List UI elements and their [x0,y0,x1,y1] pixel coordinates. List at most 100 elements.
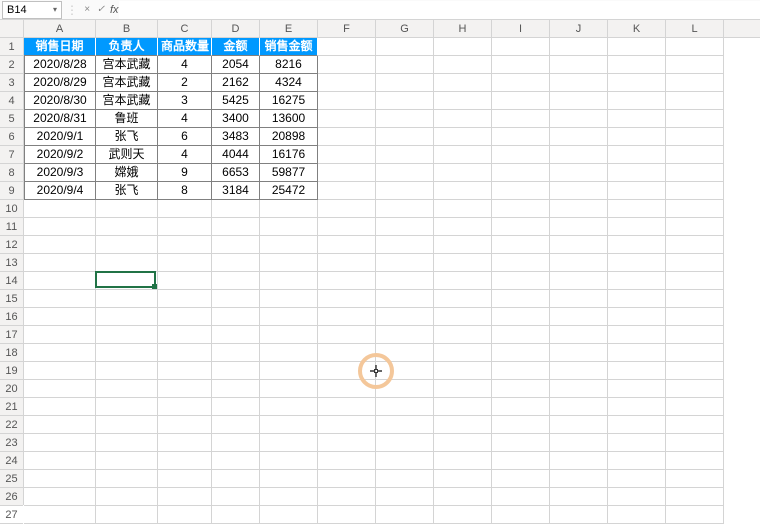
cell[interactable] [666,398,724,416]
cell[interactable] [24,434,96,452]
cell[interactable]: 8216 [260,56,318,74]
cell[interactable] [158,308,212,326]
cell[interactable] [212,416,260,434]
cell[interactable] [666,110,724,128]
cell[interactable] [434,38,492,56]
col-header-I[interactable]: I [492,20,550,37]
name-box-dropdown-icon[interactable]: ▾ [53,5,57,14]
col-header-L[interactable]: L [666,20,724,37]
col-header-E[interactable]: E [260,20,318,37]
cell[interactable] [24,380,96,398]
cell[interactable] [96,254,158,272]
cell[interactable] [96,416,158,434]
cell[interactable] [24,236,96,254]
row-header-14[interactable]: 14 [0,272,23,290]
cell[interactable] [550,164,608,182]
row-header-16[interactable]: 16 [0,308,23,326]
cell[interactable] [24,290,96,308]
col-header-K[interactable]: K [608,20,666,37]
cell[interactable] [318,506,376,524]
cell[interactable] [608,200,666,218]
cell[interactable] [318,272,376,290]
cell[interactable] [434,182,492,200]
row-header-3[interactable]: 3 [0,74,23,92]
cell[interactable] [96,380,158,398]
row-header-2[interactable]: 2 [0,56,23,74]
cell[interactable] [550,344,608,362]
cell[interactable] [492,218,550,236]
cell[interactable] [492,308,550,326]
cell[interactable] [608,164,666,182]
cell[interactable]: 2 [158,74,212,92]
cell[interactable]: 25472 [260,182,318,200]
cell[interactable] [260,326,318,344]
cell[interactable] [608,92,666,110]
row-header-27[interactable]: 27 [0,506,23,524]
cell[interactable] [550,92,608,110]
cell[interactable] [376,290,434,308]
cell[interactable] [376,308,434,326]
cell[interactable] [24,416,96,434]
cell[interactable] [24,470,96,488]
cell[interactable] [550,470,608,488]
cell[interactable] [376,272,434,290]
cell[interactable] [550,326,608,344]
col-header-H[interactable]: H [434,20,492,37]
col-header-J[interactable]: J [550,20,608,37]
cell[interactable] [260,308,318,326]
cell[interactable] [212,344,260,362]
cell[interactable] [608,488,666,506]
cell[interactable] [608,308,666,326]
cell[interactable] [666,488,724,506]
select-all-corner[interactable] [0,20,24,37]
cell[interactable] [492,128,550,146]
cell[interactable] [376,506,434,524]
cell[interactable] [550,110,608,128]
cell[interactable] [666,74,724,92]
cell[interactable] [434,92,492,110]
cell[interactable] [608,344,666,362]
cell[interactable] [318,290,376,308]
cell[interactable] [608,326,666,344]
cell[interactable] [434,452,492,470]
cell[interactable]: 4 [158,146,212,164]
cell[interactable] [492,56,550,74]
cell[interactable] [318,200,376,218]
col-header-F[interactable]: F [318,20,376,37]
col-header-A[interactable]: A [24,20,96,37]
cell[interactable] [96,308,158,326]
cell[interactable] [550,200,608,218]
cell[interactable] [666,56,724,74]
cell[interactable]: 4 [158,56,212,74]
row-header-20[interactable]: 20 [0,380,23,398]
cell[interactable] [434,128,492,146]
cell[interactable] [434,254,492,272]
name-box[interactable]: B14 ▾ [2,1,62,19]
cell[interactable] [24,452,96,470]
cell[interactable] [608,56,666,74]
cell[interactable]: 2054 [212,56,260,74]
cell[interactable] [492,290,550,308]
cell[interactable] [666,416,724,434]
cell[interactable] [608,416,666,434]
cell[interactable]: 6 [158,128,212,146]
cell[interactable] [376,434,434,452]
cell[interactable]: 13600 [260,110,318,128]
cell[interactable] [260,434,318,452]
row-header-18[interactable]: 18 [0,344,23,362]
cell[interactable] [158,380,212,398]
cell[interactable] [608,272,666,290]
cell[interactable] [96,218,158,236]
cell[interactable] [24,254,96,272]
cell[interactable] [550,362,608,380]
row-header-6[interactable]: 6 [0,128,23,146]
cell[interactable] [158,362,212,380]
cell[interactable] [24,200,96,218]
cell[interactable] [212,452,260,470]
cell[interactable]: 嫦娥 [96,164,158,182]
row-header-26[interactable]: 26 [0,488,23,506]
cell[interactable] [260,488,318,506]
cell[interactable] [608,362,666,380]
cell[interactable] [96,344,158,362]
cell[interactable]: 2162 [212,74,260,92]
